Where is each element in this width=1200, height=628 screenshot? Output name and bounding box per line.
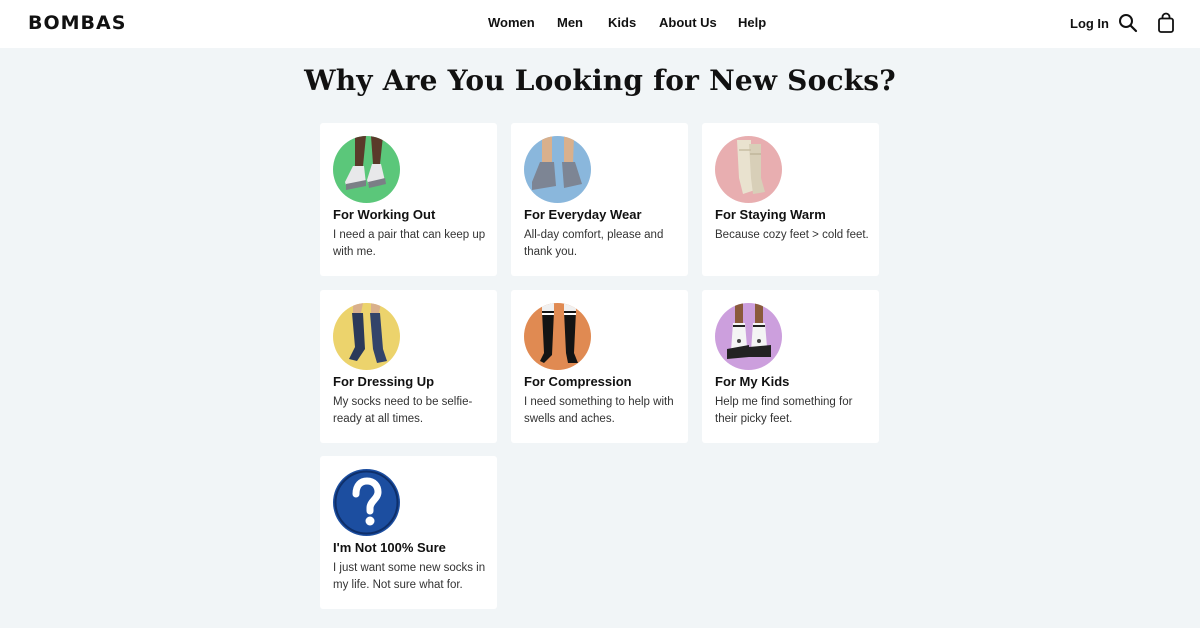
option-title: For Everyday Wear: [524, 207, 642, 222]
option-description: I just want some new socks in my life. N…: [333, 562, 486, 591]
option-description: Help me find something for their picky f…: [715, 396, 853, 425]
page-title: Why Are You Looking for New Socks?: [304, 64, 896, 97]
option-title: For Dressing Up: [333, 374, 435, 389]
login-link[interactable]: Log In: [1070, 16, 1109, 31]
site-header: BOMBAS Women Men Kids About Us Help Log …: [0, 0, 1200, 48]
question-mark-icon: [333, 469, 400, 536]
option-description: I need something to help with swells and…: [524, 396, 674, 425]
athletic-socks-photo: [333, 136, 400, 203]
nav-item-women[interactable]: Women: [488, 15, 535, 30]
ankle-socks-photo: [524, 136, 591, 203]
option-card-everyday-wear[interactable]: For Everyday Wear All-day comfort, pleas…: [511, 123, 688, 276]
option-description: All-day comfort, please and thank you.: [524, 229, 664, 258]
nav-item-help[interactable]: Help: [738, 15, 766, 30]
nav-item-kids[interactable]: Kids: [608, 15, 636, 30]
search-icon[interactable]: [1118, 13, 1138, 38]
option-title: For Staying Warm: [715, 207, 826, 222]
shopping-bag-icon[interactable]: [1157, 12, 1175, 39]
option-card-working-out[interactable]: For Working Out I need a pair that can k…: [320, 123, 497, 276]
option-title: I'm Not 100% Sure: [333, 540, 446, 555]
option-card-dressing-up[interactable]: For Dressing Up My socks need to be self…: [320, 290, 497, 443]
option-title: For Working Out: [333, 207, 436, 222]
option-card-staying-warm[interactable]: For Staying Warm Because cozy feet > col…: [702, 123, 879, 276]
option-card-not-sure[interactable]: I'm Not 100% Sure I just want some new s…: [320, 456, 497, 609]
nav-item-about-us[interactable]: About Us: [659, 15, 717, 30]
main-nav: Women Men Kids About Us Help: [0, 15, 1200, 35]
dress-socks-photo: [333, 303, 400, 370]
option-description: Because cozy feet > cold feet.: [715, 229, 869, 241]
option-title: For My Kids: [715, 374, 790, 389]
kids-socks-photo: [715, 303, 782, 370]
nav-item-men[interactable]: Men: [557, 15, 583, 30]
wool-socks-photo: [715, 136, 782, 203]
compression-socks-photo: [524, 303, 591, 370]
option-card-my-kids[interactable]: For My Kids Help me find something for t…: [702, 290, 879, 443]
option-description: My socks need to be selfie-ready at all …: [333, 396, 473, 425]
option-title: For Compression: [524, 374, 632, 389]
option-description: I need a pair that can keep up with me.: [333, 229, 486, 258]
option-card-compression[interactable]: For Compression I need something to help…: [511, 290, 688, 443]
